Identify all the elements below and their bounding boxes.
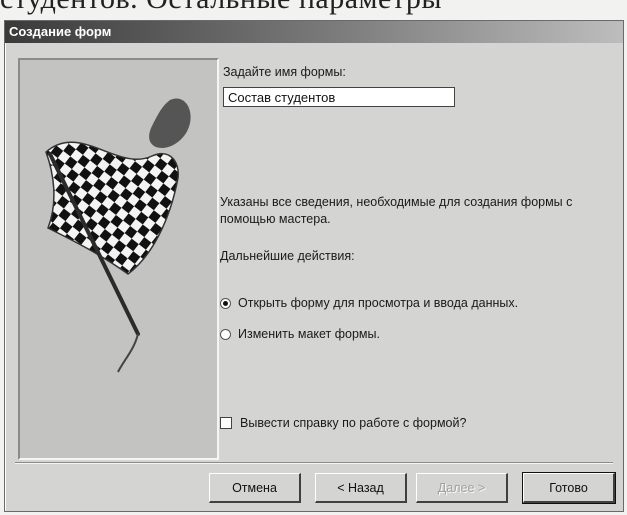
radio-unselected-icon[interactable] (220, 328, 231, 340)
wizard-picture-panel (18, 58, 219, 460)
cancel-button[interactable]: Отмена (209, 473, 301, 503)
info-text: Указаны все сведения, необходимые для со… (220, 195, 573, 226)
radio-modify-layout-label: Изменить макет формы. (238, 327, 380, 341)
help-checkbox-row[interactable]: Вывести справку по работе с формой? (220, 414, 466, 432)
create-form-wizard-dialog: Создание форм Задайте имя формы: Указаны… (4, 20, 624, 512)
form-name-label: Задайте имя формы: (223, 65, 346, 79)
book-caption-text: студентов. Остальные параметры (0, 0, 627, 16)
back-button[interactable]: < Назад (315, 473, 407, 503)
radio-open-form[interactable]: Открыть форму для просмотра и ввода данн… (220, 294, 518, 312)
next-button[interactable]: Далее > (416, 473, 508, 503)
radio-modify-layout[interactable]: Изменить макет формы. (220, 325, 380, 343)
checkered-flag-icon (45, 98, 191, 373)
radio-selected-icon[interactable] (220, 297, 231, 309)
next-actions-label: Дальнейшие действия: (220, 249, 355, 263)
help-checkbox-label: Вывести справку по работе с формой? (240, 416, 467, 430)
help-checkbox[interactable] (220, 417, 232, 429)
form-name-input[interactable] (223, 87, 455, 107)
dialog-title: Создание форм (9, 24, 112, 39)
button-divider (15, 462, 613, 464)
title-bar[interactable]: Создание форм (5, 21, 623, 43)
radio-open-form-label: Открыть форму для просмотра и ввода данн… (238, 296, 519, 310)
finish-button[interactable]: Готово (522, 472, 616, 504)
